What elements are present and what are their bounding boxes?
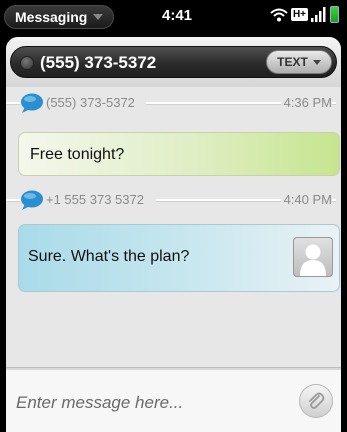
wifi-icon	[270, 8, 288, 21]
divider-line	[6, 199, 20, 202]
message-bubble-outgoing[interactable]: Sure. What's the plan?	[18, 224, 340, 292]
conversation-card: (555) 373-5372 TEXT (555) 373-5372 4:36 …	[6, 37, 341, 432]
app-menu-label: Messaging	[15, 9, 88, 25]
chevron-down-icon	[93, 14, 104, 20]
message-bubble-incoming[interactable]: Free tonight?	[18, 132, 340, 176]
chevron-down-icon	[312, 59, 321, 65]
message-text: Free tonight?	[30, 146, 125, 163]
status-bar: Messaging 4:41 H+	[0, 0, 347, 34]
contact-bar[interactable]: (555) 373-5372 TEXT	[10, 46, 337, 78]
avatar	[293, 237, 333, 277]
message-text: Sure. What's the plan?	[28, 248, 190, 265]
message-divider: +1 555 373 5372 4:40 PM	[6, 190, 341, 210]
paperclip-icon	[309, 392, 325, 409]
message-timestamp: 4:40 PM	[280, 192, 332, 207]
message-divider: (555) 373-5372 4:36 PM	[6, 93, 341, 113]
divider-line	[6, 102, 20, 105]
network-type-badge: H+	[290, 8, 308, 21]
presence-indicator-icon	[20, 56, 34, 70]
chat-bubble-icon	[21, 93, 43, 113]
person-silhouette-icon	[300, 244, 326, 276]
chat-bubble-icon	[21, 190, 43, 210]
compose-field[interactable]	[6, 370, 341, 432]
compose-bar	[6, 367, 341, 432]
phone-screen: Messaging 4:41 H+ (555) 373-5372 TEXT (5…	[0, 0, 347, 432]
message-input[interactable]	[16, 393, 276, 413]
clock: 4:41	[162, 7, 193, 24]
transport-label: TEXT	[277, 55, 308, 69]
battery-icon	[330, 6, 339, 23]
attach-button[interactable]	[299, 384, 333, 418]
signal-strength-icon	[311, 7, 326, 22]
conversation-header: (555) 373-5372 TEXT	[6, 37, 341, 87]
app-menu-button[interactable]: Messaging	[4, 5, 115, 29]
status-icons: H+	[270, 6, 339, 23]
message-timestamp: 4:36 PM	[280, 95, 332, 110]
message-sender: (555) 373-5372	[46, 95, 137, 110]
transport-picker-button[interactable]: TEXT	[266, 50, 332, 74]
contact-number: (555) 373-5372	[40, 53, 157, 72]
message-sender: +1 555 373 5372	[46, 192, 146, 207]
